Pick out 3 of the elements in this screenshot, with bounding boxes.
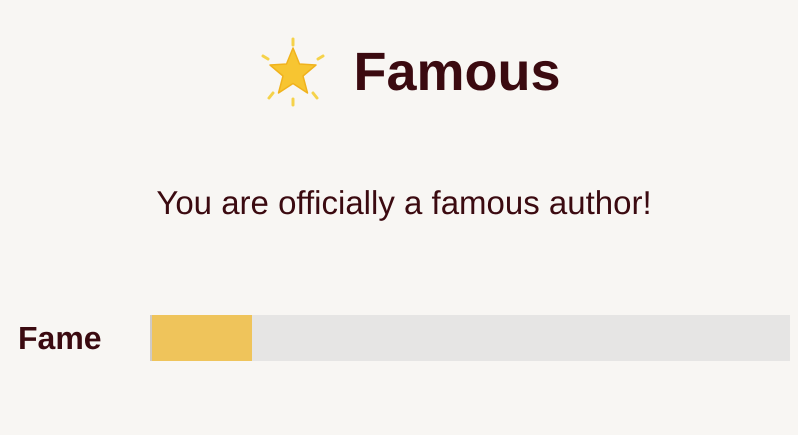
message: You are officially a famous author! [155, 186, 653, 219]
meter-label: Fame [17, 322, 103, 354]
title: Famous [353, 45, 561, 99]
